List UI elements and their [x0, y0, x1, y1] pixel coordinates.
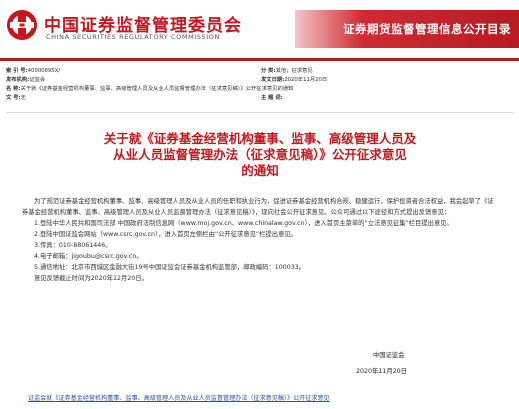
issuer-label: 发布机构: — [6, 77, 30, 83]
issuer-value: 证监会 — [29, 77, 46, 83]
date-cell: 发文日期:2020年11月20日 — [261, 76, 327, 85]
channel-item-1: 1.登陆中华人民共和国司法部 中国政府法制信息网（www.moj.gov.cn、… — [34, 220, 453, 227]
related-notice-link[interactable]: 证监会就《证券基金经营机构董事、监事、高级管理人员及从业人员监督管理办法（征求意… — [28, 393, 330, 402]
meta-row-name: 名 称:关于就《证券基金经营机构董事、监事、高级管理人员及从业人员监督管理办法（… — [6, 85, 516, 94]
date-value: 2020年11月20日 — [284, 77, 328, 83]
name-label: 名 称: — [6, 86, 21, 92]
catalog-banner: 证券期货监督管理信息公开目录 — [295, 10, 519, 48]
signer: 中国证监会 — [373, 352, 405, 359]
index-label: 索 引 号: — [6, 68, 28, 74]
docno-label: 文 号: — [6, 95, 21, 101]
channel-item-2: 2.登陆中国证监会网站（www.csrc.gov.cn），进入首页左侧栏由“公开… — [34, 231, 297, 238]
category-cell: 分 类:其他；征求意见 — [261, 67, 313, 76]
channel-item-5: 5.通信地址：北京市西城区金融大街19号中国证监会证券基金机构监管部，邮政编码：… — [34, 264, 306, 271]
category-label: 分 类: — [261, 68, 276, 74]
title-line-2: 从业人员监督管理办法（征求意见稿）》公开征求意见 — [113, 147, 407, 162]
site-header: 中国证券监督管理委员会 CHINA SECURITIES REGULATORY … — [0, 0, 519, 58]
name-value: 关于就《证券基金经营机构董事、监事、高级管理人员及从业人员监督管理办法（征求意见… — [20, 86, 294, 92]
channel-item-4: 4.电子邮箱：jigoubu@csrc.gov.cn。 — [34, 253, 143, 260]
org-name-en: CHINA SECURITIES REGULATORY COMMISSION — [46, 33, 220, 41]
channel-item-3: 3.传真：010-88061446。 — [34, 242, 112, 249]
document-meta: 索 引 号:40000895X/ 分 类:其他；征求意见 发布机构:证监会 发文… — [6, 67, 516, 103]
docno-value: 无 — [20, 95, 26, 101]
subject-label: 主 题 词: — [261, 95, 283, 101]
deadline-text: 意见反馈截止时间为2020年12月20日。 — [34, 275, 148, 282]
header-divider — [0, 58, 519, 61]
title-line-3: 的通知 — [241, 163, 279, 178]
sign-date: 2020年11月20日 — [356, 368, 407, 375]
subject-cell: 主 题 词: — [261, 94, 283, 103]
catalog-banner-title: 证券期货监督管理信息公开目录 — [343, 22, 511, 36]
meta-divider — [6, 112, 513, 113]
title-line-1: 关于就《证券基金经营机构董事、监事、高级管理人员及 — [103, 131, 417, 146]
category-value: 其他；征求意见 — [275, 68, 313, 74]
csrc-logo-icon — [7, 10, 37, 40]
meta-row-index: 索 引 号:40000895X/ 分 类:其他；征求意见 — [6, 67, 516, 76]
intro-paragraph: 为了规范证券基金经营机构董事、监事、高级管理人员及从业人员的任职和执业行为，促进… — [22, 198, 494, 216]
meta-row-issuer: 发布机构:证监会 发文日期:2020年11月20日 — [6, 76, 516, 85]
page-title: 关于就《证券基金经营机构董事、监事、高级管理人员及 从业人员监督管理办法（征求意… — [70, 131, 450, 179]
date-label: 发文日期: — [261, 77, 285, 83]
meta-row-docno: 文 号:无 主 题 词: — [6, 94, 516, 103]
notice-body: 为了规范证券基金经营机构董事、监事、高级管理人员及从业人员的任职和执业行为，促进… — [22, 196, 497, 284]
index-value: 40000895X/ — [27, 68, 61, 74]
